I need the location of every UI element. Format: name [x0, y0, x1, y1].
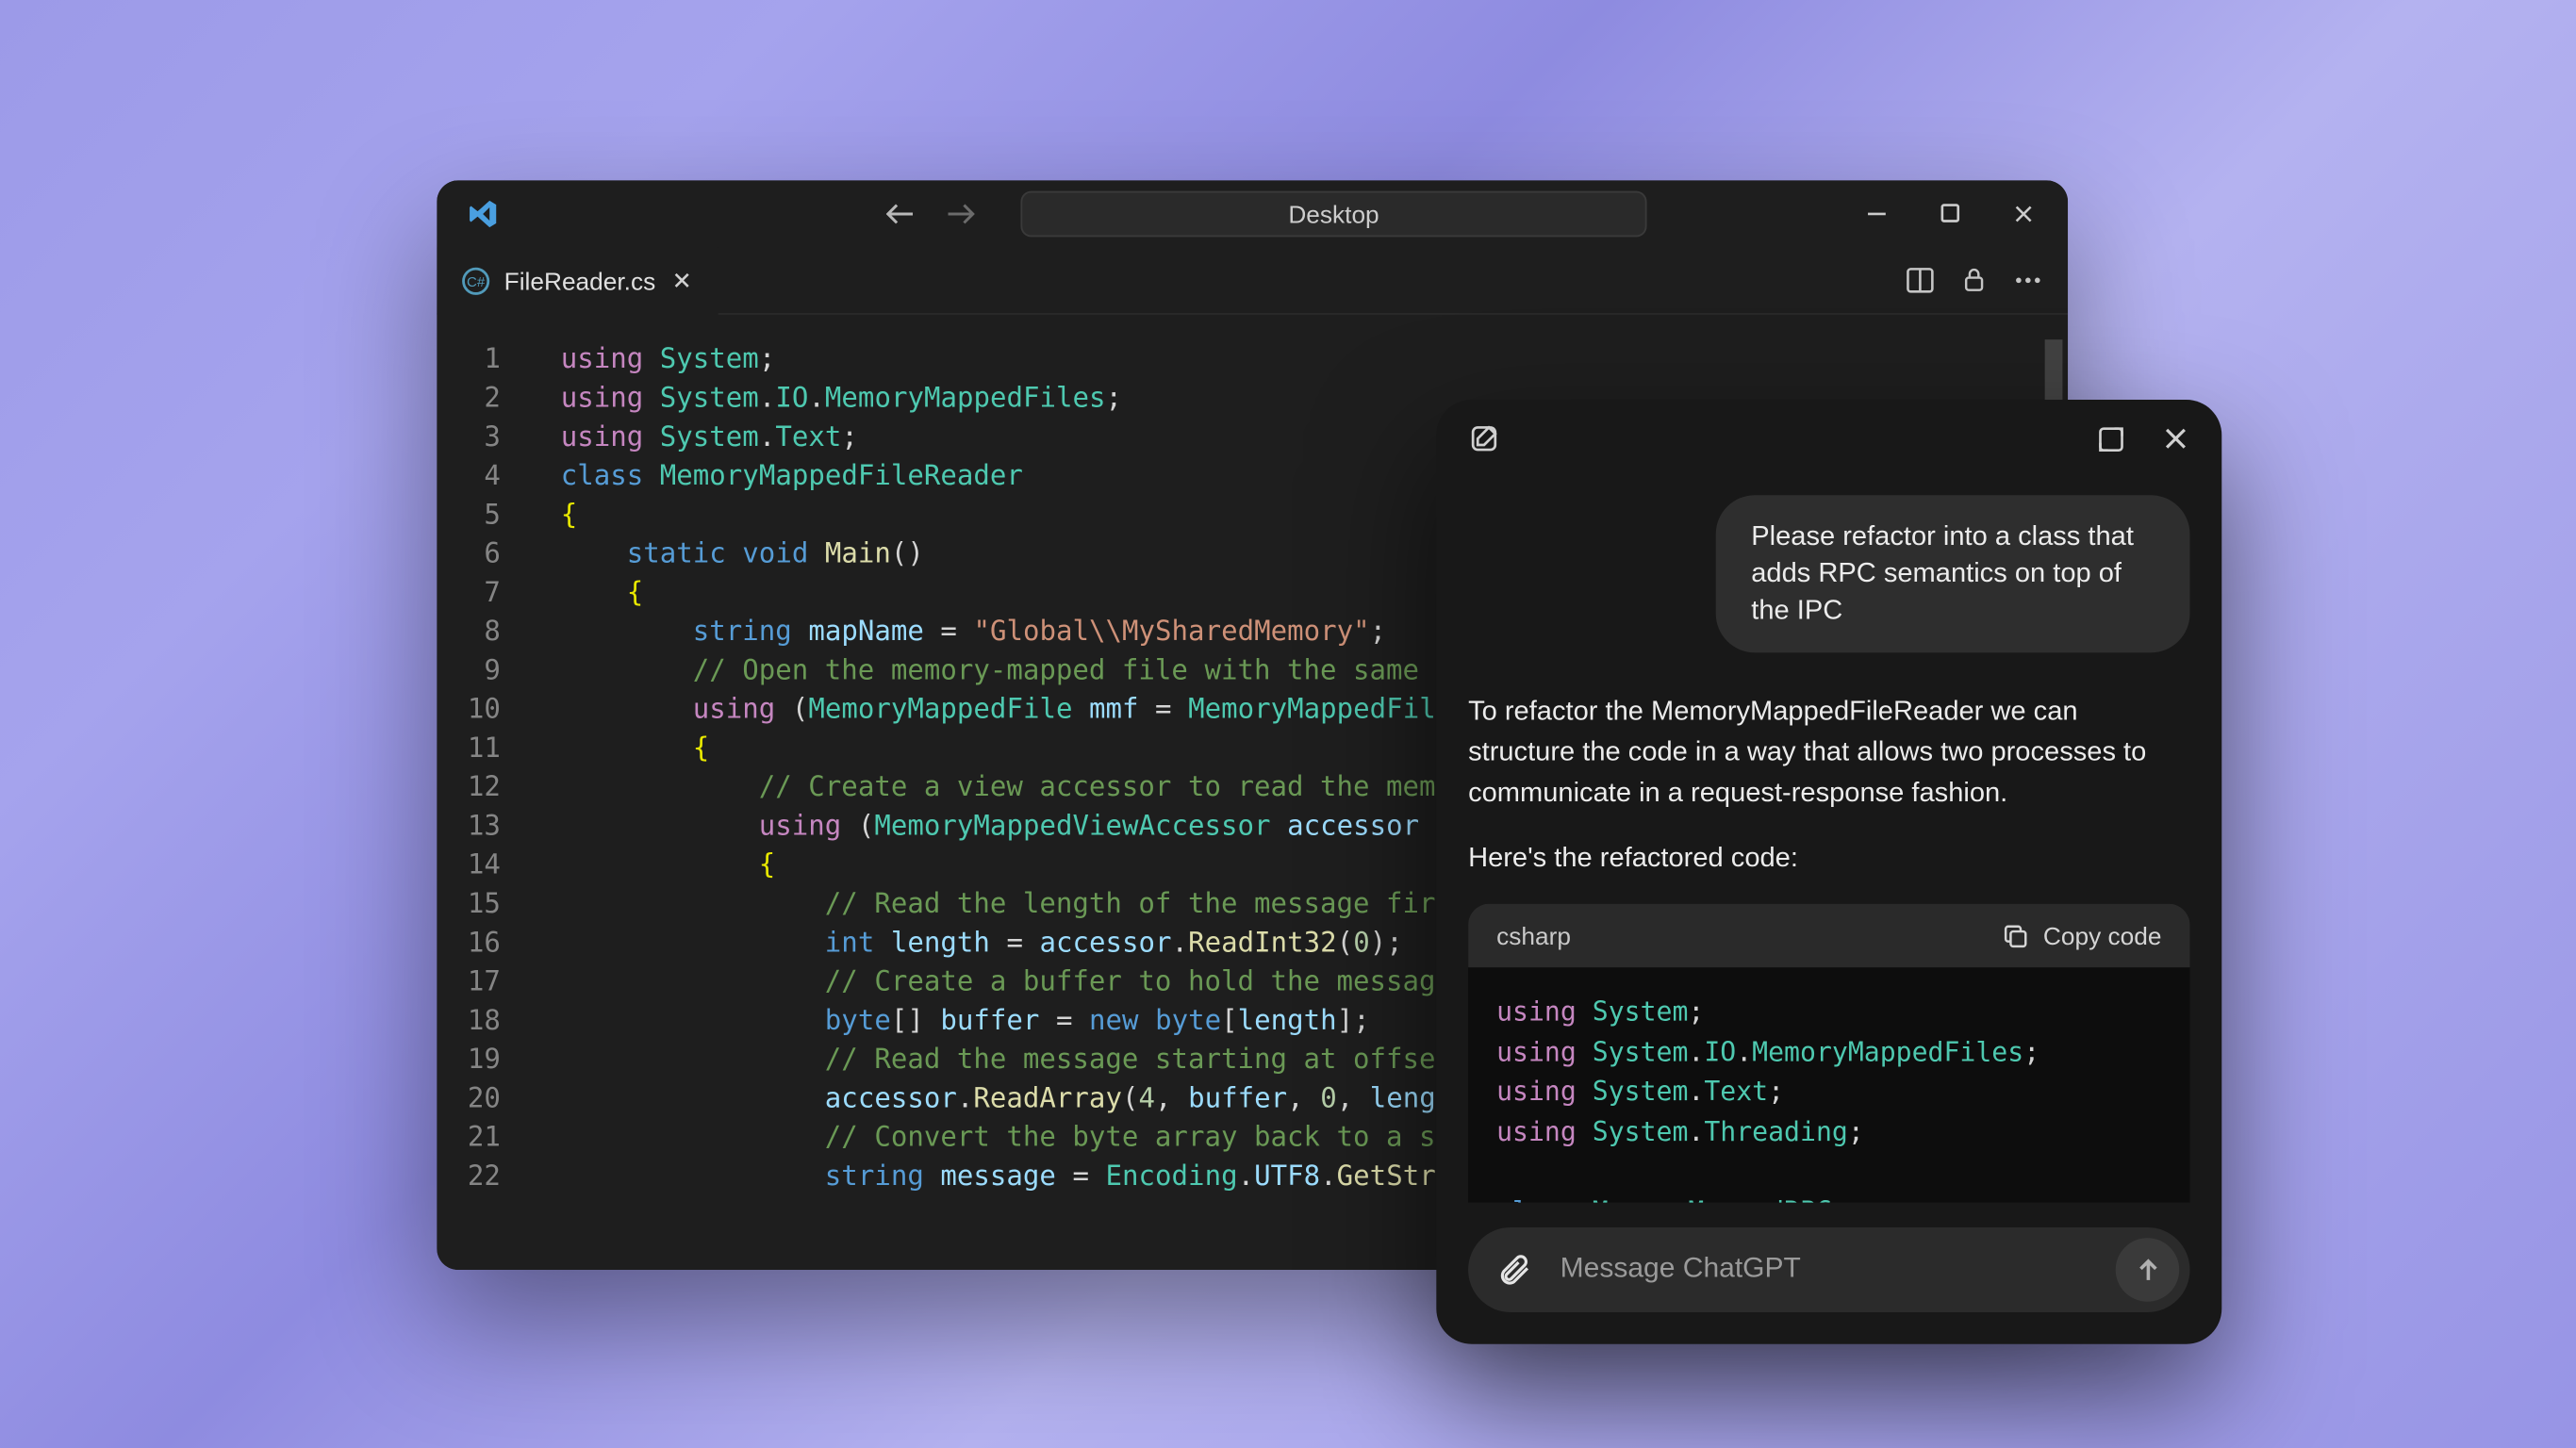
titlebar: Desktop	[437, 180, 2068, 247]
assistant-codeblock: csharp Copy code using System;using Syst…	[1468, 904, 2189, 1203]
command-center-label: Desktop	[1288, 200, 1379, 228]
user-message-text: Please refactor into a class that adds R…	[1751, 521, 2134, 626]
codeblock-header: csharp Copy code	[1468, 904, 2189, 968]
expand-icon[interactable]	[2096, 423, 2126, 453]
chat-close-icon[interactable]	[2161, 424, 2189, 452]
chat-input-container	[1468, 1227, 2189, 1312]
window-maximize-icon[interactable]	[1939, 202, 1961, 226]
copy-icon	[2003, 922, 2029, 948]
chatgpt-panel: Please refactor into a class that adds R…	[1436, 400, 2221, 1344]
tab-close-icon[interactable]	[669, 269, 692, 291]
vscode-logo-icon	[451, 198, 515, 230]
codeblock-content[interactable]: using System;using System.IO.MemoryMappe…	[1468, 967, 2189, 1203]
window-close-icon[interactable]	[2011, 202, 2036, 226]
new-chat-icon[interactable]	[1468, 422, 1500, 454]
command-center[interactable]: Desktop	[1020, 191, 1646, 238]
attachment-icon[interactable]	[1490, 1252, 1540, 1288]
lock-icon[interactable]	[1960, 265, 1989, 295]
tab-filename: FileReader.cs	[504, 266, 656, 294]
chat-body: Please refactor into a class that adds R…	[1436, 464, 2221, 1203]
window-minimize-icon[interactable]	[1864, 202, 1889, 226]
assistant-paragraph: To refactor the MemoryMappedFileReader w…	[1468, 692, 2189, 814]
chat-header	[1436, 400, 2221, 464]
chat-input-row	[1436, 1203, 2221, 1344]
more-actions-icon[interactable]	[2013, 265, 2043, 295]
nav-forward-icon[interactable]	[947, 200, 975, 228]
user-message-bubble: Please refactor into a class that adds R…	[1716, 495, 2190, 652]
send-button[interactable]	[2116, 1238, 2180, 1302]
line-number-gutter: 12345678910111213141516171819202122	[437, 315, 525, 1270]
copy-code-label: Copy code	[2043, 921, 2162, 949]
copy-code-button[interactable]: Copy code	[2003, 921, 2162, 949]
nav-back-icon[interactable]	[886, 200, 915, 228]
split-editor-icon[interactable]	[1905, 265, 1935, 295]
editor-scrollbar-thumb[interactable]	[2045, 339, 2063, 403]
csharp-file-icon: C#	[462, 266, 490, 294]
codeblock-lang: csharp	[1496, 921, 1571, 949]
tab-filereader[interactable]: C# FileReader.cs	[437, 247, 718, 314]
svg-text:C#: C#	[467, 273, 486, 289]
chat-message-input[interactable]	[1560, 1254, 2116, 1286]
tabbar: C# FileReader.cs	[437, 248, 2068, 315]
assistant-paragraph: Here's the refactored code:	[1468, 838, 2189, 879]
